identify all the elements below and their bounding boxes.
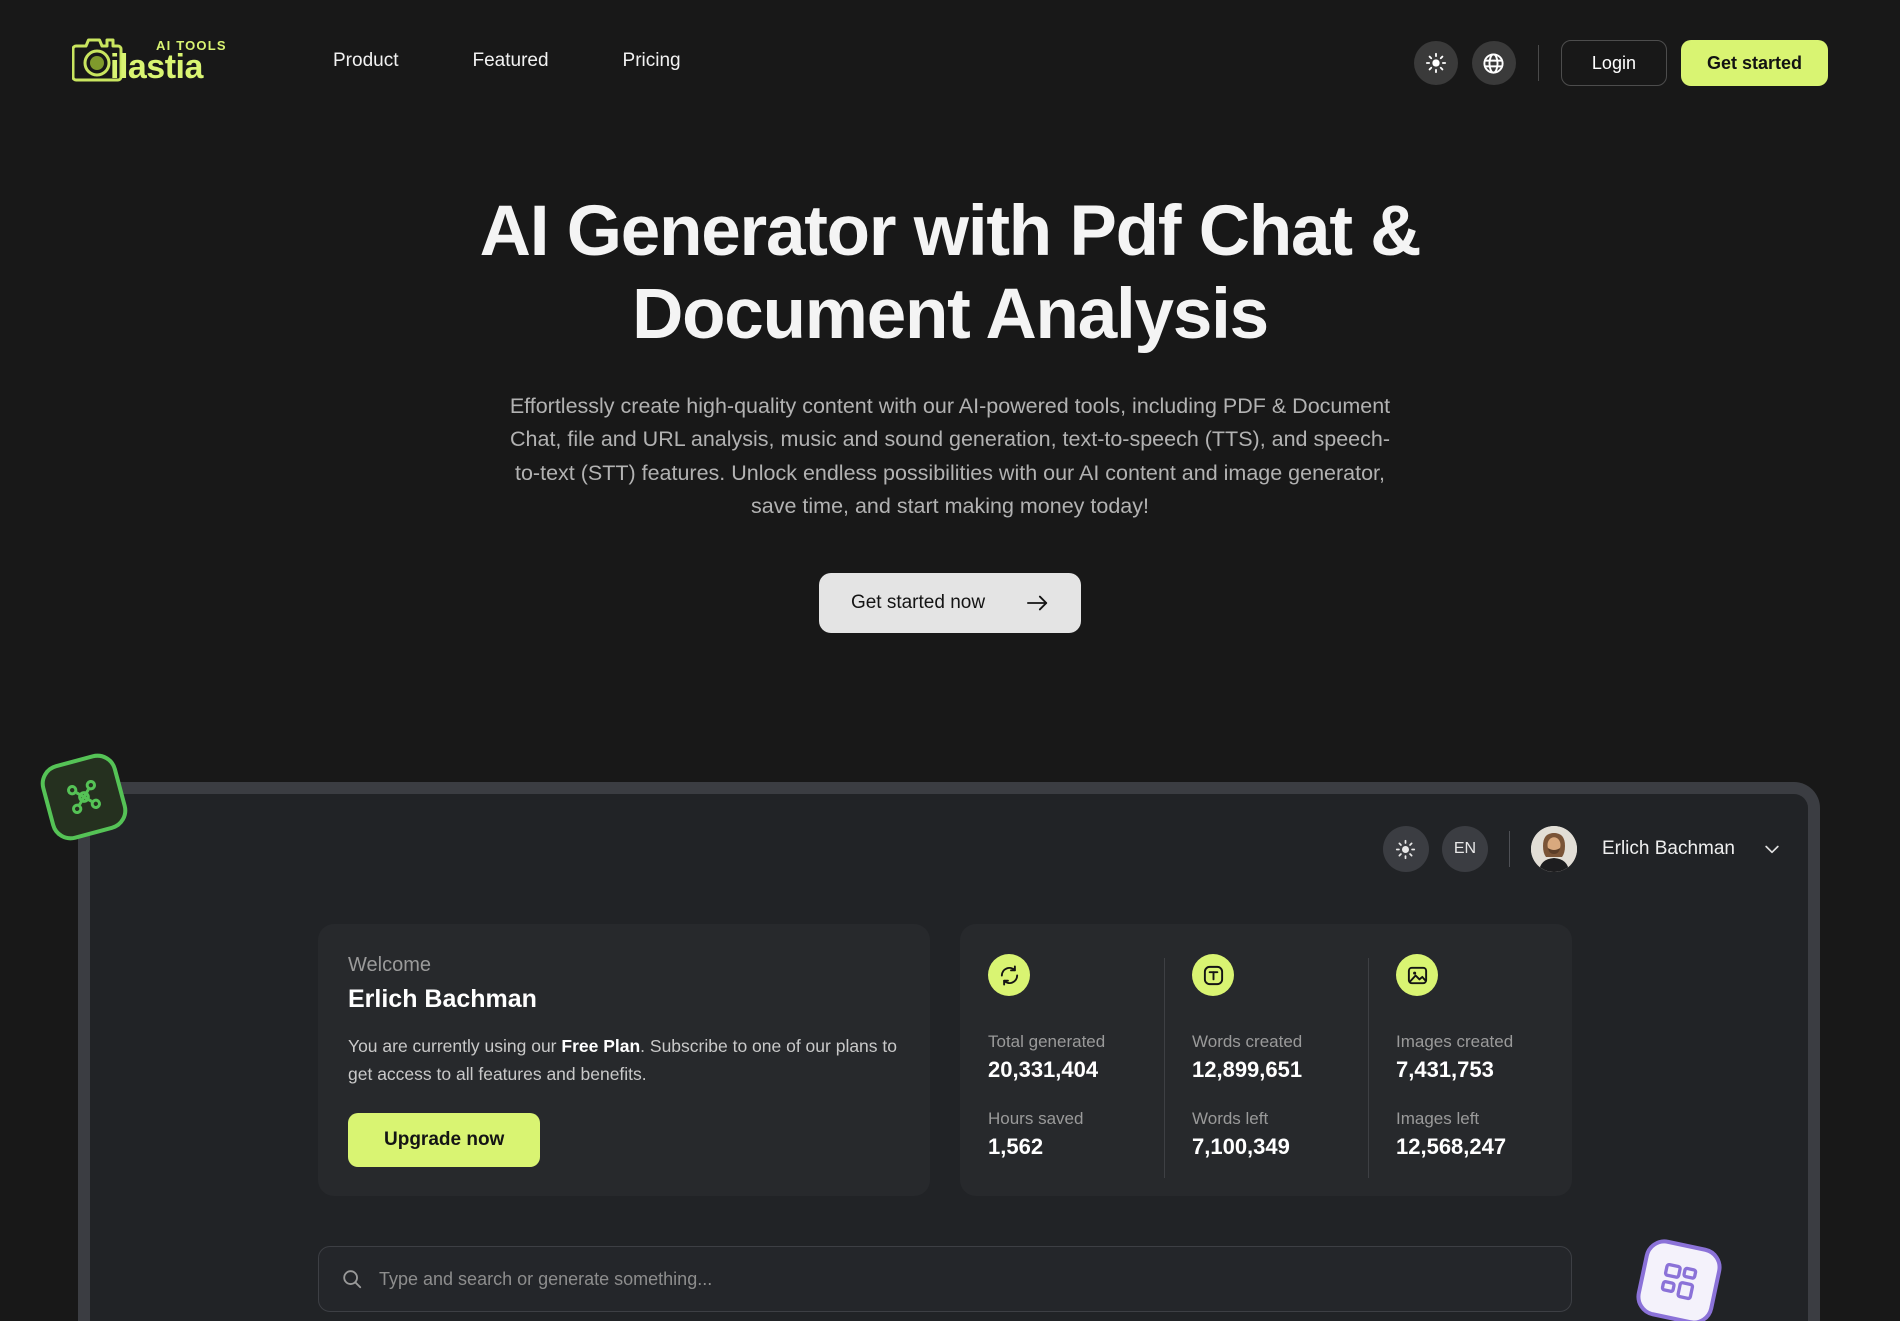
search-input[interactable] [379,1268,1549,1290]
globe-icon [1483,52,1504,74]
nav-link-pricing[interactable]: Pricing [623,50,681,72]
stat-value: 12,899,651 [1192,1057,1303,1082]
search-icon [343,1270,362,1289]
stat-icon-badge [1192,954,1234,996]
welcome-description: You are currently using our Free Plan. S… [348,1032,900,1089]
stat-secondary-label: Images left [1396,1109,1480,1128]
logo-wordmark: ilastia [110,48,203,86]
grid-dashboard-icon [1660,1262,1698,1301]
dashboard-preview-frame: EN Erlich Bachman Welcome Erlich Bachman… [78,782,1820,1321]
sun-icon [1396,839,1416,859]
get-started-button[interactable]: Get started [1680,40,1828,86]
primary-nav: Product Featured Pricing [333,50,681,72]
network-nodes-icon [66,779,102,815]
dashboard-user-name: Erlich Bachman [1601,838,1735,859]
welcome-desc-before: You are currently using our [348,1036,562,1056]
stat-value: 20,331,404 [988,1057,1099,1082]
stat-value: 7,431,753 [1396,1057,1494,1082]
dashboard-cards-row: Welcome Erlich Bachman You are currently… [318,924,1572,1196]
stat-secondary-value: 7,100,349 [1192,1134,1290,1159]
welcome-eyebrow: Welcome [348,954,431,976]
hero-section: AI Generator with Pdf Chat & Document An… [0,190,1900,634]
theme-toggle-button[interactable] [1413,41,1458,85]
top-navbar: AI TOOLS ilastia Product Featured Pricin… [0,0,1900,112]
stats-card: Total generated 20,331,404 Hours saved 1… [960,924,1572,1196]
stat-secondary-label: Words left [1192,1109,1269,1128]
stat-total-generated: Total generated 20,331,404 Hours saved 1… [960,954,1164,1196]
avatar-image [1530,826,1577,872]
hero-title: AI Generator with Pdf Chat & Document An… [479,192,1422,355]
dashboard-topbar: EN Erlich Bachman [1382,826,1782,872]
stat-label: Images created [1396,1032,1514,1051]
stat-secondary-value: 1,562 [988,1134,1044,1159]
dashboard-search-bar[interactable] [318,1246,1572,1312]
nav-link-product[interactable]: Product [333,50,398,72]
login-button[interactable]: Login [1560,40,1667,86]
stat-label: Words created [1192,1032,1303,1051]
nav-link-featured[interactable]: Featured [472,50,548,72]
nav-actions: Login Get started [1413,40,1828,86]
stat-secondary-value: 12,568,247 [1396,1134,1507,1159]
stat-words-created: Words created 12,899,651 Words left 7,10… [1164,954,1368,1196]
stat-icon-badge [988,954,1030,996]
hero-cta-button[interactable]: Get started now [818,573,1082,634]
stat-secondary-label: Hours saved [988,1109,1084,1128]
arrow-right-icon [1027,596,1048,611]
hero-subtitle: Effortlessly create high-quality content… [509,394,1391,519]
stat-images-created: Images created 7,431,753 Images left 12,… [1368,954,1572,1196]
image-icon [1407,966,1427,984]
brand-logo[interactable]: AI TOOLS ilastia [72,32,227,84]
avatar[interactable] [1530,826,1577,872]
upgrade-now-button[interactable]: Upgrade now [348,1112,541,1167]
refresh-icon [1000,965,1018,985]
dashboard-preview: EN Erlich Bachman Welcome Erlich Bachman… [90,794,1808,1321]
welcome-card: Welcome Erlich Bachman You are currently… [318,924,930,1196]
nav-divider [1537,45,1539,81]
chevron-down-icon[interactable] [1762,839,1782,859]
hero-cta-label: Get started now [850,592,986,614]
dashboard-language-button[interactable]: EN [1441,826,1488,872]
text-icon [1203,965,1223,985]
dashboard-topbar-divider [1508,831,1510,867]
language-button[interactable] [1471,41,1516,85]
welcome-user-name: Erlich Bachman [348,985,537,1013]
stat-label: Total generated [988,1032,1106,1051]
sun-icon [1425,52,1447,74]
dashboard-theme-toggle-button[interactable] [1382,826,1429,872]
welcome-plan-name: Free Plan [561,1036,641,1056]
stat-icon-badge [1396,954,1438,996]
